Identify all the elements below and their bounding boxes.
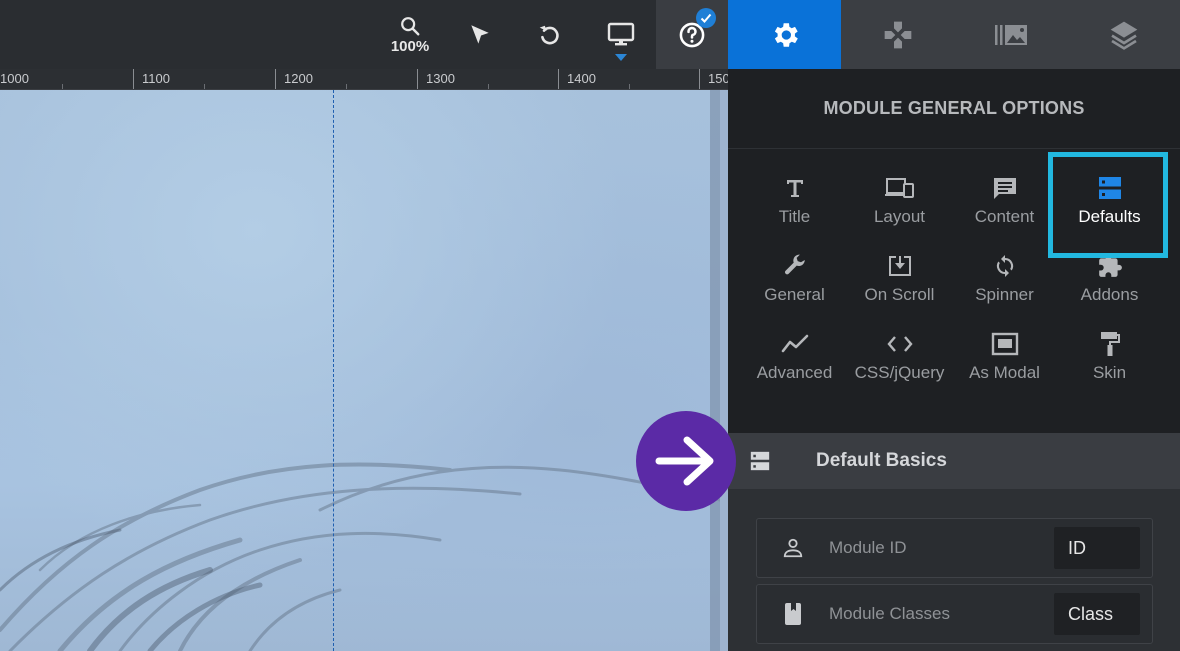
option-skin[interactable]: Skin — [1057, 311, 1162, 389]
canvas-edge — [720, 90, 728, 651]
panel-tabs — [728, 0, 1180, 69]
option-label: Addons — [1080, 285, 1139, 304]
text-t-icon — [784, 175, 806, 201]
tab-settings[interactable] — [728, 0, 841, 69]
option-label: Skin — [1092, 363, 1127, 382]
tab-controls[interactable] — [841, 0, 954, 69]
select-tool-button[interactable] — [448, 0, 512, 69]
option-label: Advanced — [756, 363, 833, 382]
ruler-label: 150 — [708, 71, 728, 86]
person-icon — [781, 537, 805, 559]
check-badge-icon — [696, 8, 716, 28]
search-icon — [401, 16, 420, 35]
ruler-label: 1400 — [567, 71, 596, 86]
bookmark-icon — [781, 602, 805, 626]
option-label: General — [764, 285, 825, 304]
layers-icon — [1110, 21, 1137, 50]
ruler-label: 1300 — [426, 71, 455, 86]
code-icon — [886, 331, 913, 357]
comment-icon — [992, 175, 1018, 201]
module-id-row: Module ID — [756, 518, 1153, 578]
option-as-modal[interactable]: As Modal — [952, 311, 1057, 389]
pointer-arrow-badge — [636, 411, 736, 511]
option-label: Title — [778, 207, 811, 226]
trend-line-icon — [781, 331, 809, 357]
tab-slides[interactable] — [954, 0, 1067, 69]
option-on-scroll[interactable]: On Scroll — [847, 233, 952, 311]
module-classes-label: Module Classes — [829, 604, 950, 623]
module-id-input[interactable] — [1054, 527, 1140, 569]
chevron-down-icon — [615, 54, 627, 61]
options-grid: Title Layout Content Defaults General On… — [742, 155, 1162, 389]
devices-icon — [884, 175, 915, 201]
option-addons[interactable]: Addons — [1057, 233, 1162, 311]
ruler-label: 1000 — [0, 71, 29, 86]
background-image — [0, 462, 722, 651]
slide-canvas[interactable] — [0, 90, 728, 651]
option-title[interactable]: Title — [742, 155, 847, 233]
module-classes-row: Module Classes — [756, 584, 1153, 644]
sync-icon — [993, 253, 1017, 279]
horizontal-ruler: 1000 1100 1200 1300 1400 150 — [0, 69, 728, 90]
gear-icon — [774, 22, 798, 47]
option-label: Defaults — [1078, 207, 1141, 226]
paint-roller-icon — [1098, 331, 1122, 357]
download-box-icon — [887, 253, 913, 279]
ruler-label: 1200 — [284, 71, 313, 86]
canvas-scrollbar[interactable] — [710, 90, 720, 651]
option-spinner[interactable]: Spinner — [952, 233, 1057, 311]
ruler-label: 1100 — [142, 71, 170, 86]
help-button[interactable] — [656, 0, 728, 69]
desktop-monitor-icon — [607, 22, 635, 45]
section-body: Module ID Module Classes — [728, 489, 1180, 651]
option-advanced[interactable]: Advanced — [742, 311, 847, 389]
wrench-icon — [782, 253, 808, 279]
section-title: Default Basics — [816, 450, 947, 471]
tab-layers[interactable] — [1067, 0, 1180, 69]
undo-button[interactable] — [518, 0, 582, 69]
arrow-right-icon — [655, 436, 714, 486]
option-label: As Modal — [969, 363, 1040, 382]
modal-window-icon — [991, 331, 1019, 357]
zoom-level: 100% — [390, 37, 430, 55]
server-icon — [1098, 175, 1122, 201]
option-label: Spinner — [975, 285, 1034, 304]
option-label: On Scroll — [864, 285, 935, 304]
vertical-guide-line[interactable] — [333, 90, 334, 651]
module-id-label: Module ID — [829, 538, 907, 557]
image-library-icon — [994, 24, 1027, 45]
gamepad-icon — [884, 21, 911, 48]
option-defaults[interactable]: Defaults — [1057, 155, 1162, 233]
device-preview-button[interactable] — [589, 0, 653, 69]
option-label: CSS/jQuery — [854, 363, 945, 382]
option-css-jquery[interactable]: CSS/jQuery — [847, 311, 952, 389]
zoom-button[interactable]: 100% — [378, 0, 442, 69]
option-general[interactable]: General — [742, 233, 847, 311]
option-layout[interactable]: Layout — [847, 155, 952, 233]
section-header-default-basics[interactable]: Default Basics — [728, 433, 1180, 489]
undo-icon — [539, 25, 559, 44]
editor-toolbar: 100% — [0, 0, 728, 69]
module-classes-input[interactable] — [1054, 593, 1140, 635]
server-icon — [750, 451, 772, 471]
option-content[interactable]: Content — [952, 155, 1057, 233]
option-label: Layout — [873, 207, 926, 226]
option-label: Content — [974, 207, 1035, 226]
options-panel: MODULE GENERAL OPTIONS Title Layout Cont… — [728, 69, 1180, 651]
panel-title: MODULE GENERAL OPTIONS — [728, 69, 1180, 149]
cursor-arrow-icon — [471, 24, 489, 44]
puzzle-icon — [1097, 253, 1123, 279]
